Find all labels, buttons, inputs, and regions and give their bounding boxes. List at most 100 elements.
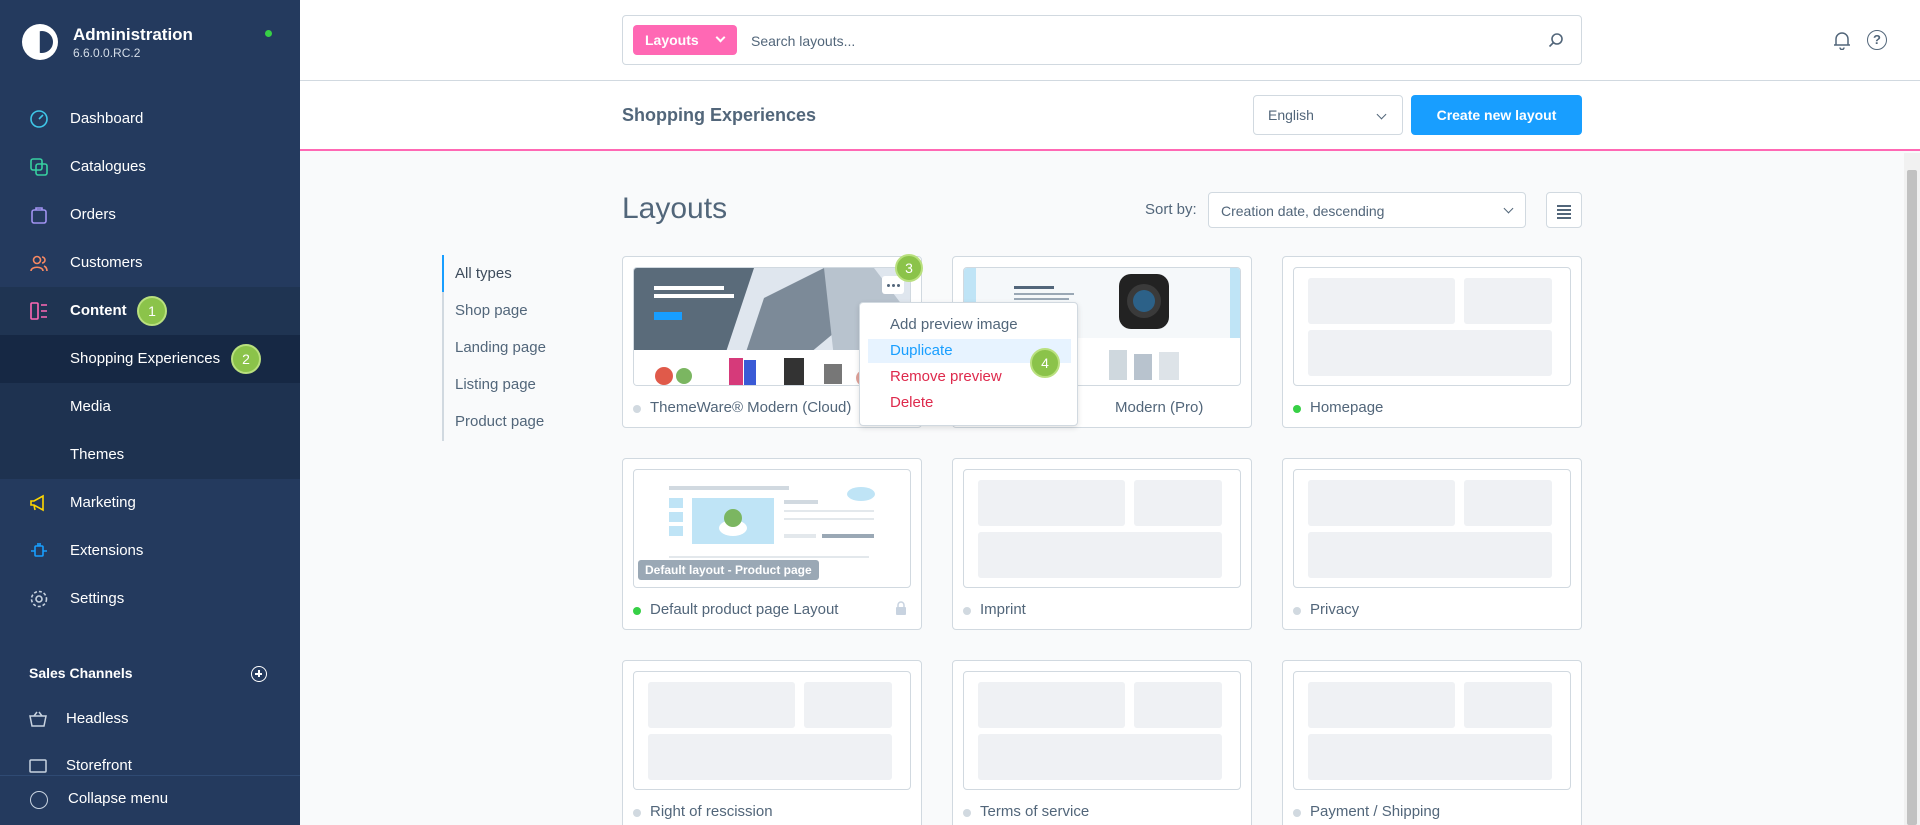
sales-channel-item[interactable]: Storefront	[0, 746, 300, 775]
status-indicator	[265, 30, 272, 37]
bell-icon[interactable]	[1832, 30, 1852, 50]
shopping-bag-icon	[31, 207, 47, 224]
layout-name: ThemeWare® Modern (Cloud)	[650, 399, 852, 416]
nav-label: Themes	[70, 446, 125, 463]
nav-themes[interactable]: Themes	[0, 431, 300, 479]
step-badge: 2	[231, 344, 261, 374]
step-badge: 3	[895, 254, 923, 282]
layout-name: Terms of service	[980, 803, 1090, 820]
layout-card[interactable]: Right of rescission	[622, 660, 922, 825]
menu-delete[interactable]: Delete	[868, 391, 1071, 415]
placeholder-block	[978, 532, 1222, 578]
layout-type-filter: All types Shop page Landing page Listing…	[442, 255, 592, 441]
status-dot	[1293, 405, 1301, 413]
dot	[892, 284, 895, 287]
layout-card[interactable]: Homepage	[1282, 256, 1582, 428]
layout-preview	[1293, 267, 1571, 386]
layout-name: Right of rescission	[650, 803, 773, 820]
nav-label: Orders	[70, 206, 116, 223]
placeholder-block	[978, 734, 1222, 780]
placeholder-block	[1134, 480, 1222, 526]
lock-icon	[896, 601, 906, 615]
nav-label: Media	[70, 398, 111, 415]
nav-settings[interactable]: Settings	[0, 575, 300, 623]
status-dot	[1293, 607, 1301, 615]
placeholder-block	[1464, 682, 1552, 728]
search-icon[interactable]	[1548, 32, 1564, 48]
menu-add-preview-image[interactable]: Add preview image	[868, 313, 1071, 337]
layout-card[interactable]: Payment / Shipping	[1282, 660, 1582, 825]
nav-media[interactable]: Media	[0, 383, 300, 431]
sales-channel-label: Headless	[66, 710, 129, 727]
layout-name: Payment / Shipping	[1310, 803, 1441, 820]
plug-icon	[31, 543, 47, 557]
status-dot	[633, 405, 641, 413]
catalogue-icon	[30, 158, 48, 176]
status-dot	[963, 809, 971, 817]
status-dot	[633, 607, 641, 615]
type-filter-item[interactable]: Product page	[455, 413, 544, 430]
shopware-logo-icon[interactable]	[22, 24, 58, 60]
list-view-toggle[interactable]	[1546, 192, 1582, 228]
type-filter-item[interactable]: All types	[455, 265, 512, 282]
sort-select[interactable]: Creation date, descending	[1208, 192, 1526, 228]
users-icon	[30, 255, 48, 272]
placeholder-block	[1308, 682, 1455, 728]
placeholder-block	[1308, 278, 1455, 324]
placeholder-block	[978, 480, 1125, 526]
layout-preview	[633, 671, 911, 790]
language-select[interactable]: English	[1253, 95, 1403, 135]
nav-dashboard[interactable]: Dashboard	[0, 95, 300, 143]
basket-icon	[29, 711, 47, 727]
nav-label: Catalogues	[70, 158, 146, 175]
scrollbar-thumb[interactable]	[1907, 170, 1917, 825]
global-search: Layouts	[622, 15, 1582, 65]
layout-card[interactable]: Terms of service	[952, 660, 1252, 825]
nav-extensions[interactable]: Extensions	[0, 527, 300, 575]
storefront-icon	[29, 759, 47, 773]
sort-value: Creation date, descending	[1221, 203, 1385, 219]
nav-marketing[interactable]: Marketing	[0, 479, 300, 527]
add-sales-channel-icon[interactable]	[251, 666, 267, 682]
layouts-heading: Layouts	[622, 192, 728, 225]
collapse-menu-button[interactable]: Collapse menu	[0, 775, 300, 825]
placeholder-block	[1308, 480, 1455, 526]
app-title: Administration	[73, 25, 193, 44]
active-indicator	[442, 255, 444, 292]
type-filter-item[interactable]: Landing page	[455, 339, 546, 356]
layout-card[interactable]: Imprint	[952, 458, 1252, 630]
nav-catalogues[interactable]: Catalogues	[0, 143, 300, 191]
layout-preview	[963, 469, 1241, 588]
search-type-label: Layouts	[645, 32, 699, 48]
sidebar-header: Administration 6.6.0.0.RC.2	[0, 0, 300, 86]
step-badge: 4	[1030, 348, 1060, 378]
megaphone-icon	[30, 494, 44, 512]
sales-channel-label: Storefront	[66, 757, 132, 774]
type-filter-item[interactable]: Shop page	[455, 302, 528, 319]
collapse-menu-label: Collapse menu	[68, 790, 169, 807]
placeholder-block	[1308, 734, 1552, 780]
nav-customers[interactable]: Customers	[0, 239, 300, 287]
nav-label: Settings	[70, 590, 125, 607]
search-input[interactable]	[751, 28, 1511, 54]
nav-label: Shopping Experiences	[70, 350, 221, 367]
create-layout-button[interactable]: Create new layout	[1411, 95, 1582, 135]
placeholder-block	[648, 682, 795, 728]
layout-card[interactable]: Privacy	[1282, 458, 1582, 630]
layout-name: Imprint	[980, 601, 1026, 618]
placeholder-block	[1308, 330, 1552, 376]
sales-channel-item[interactable]: Headless	[0, 699, 300, 739]
nav-label: Marketing	[70, 494, 136, 511]
search-type-dropdown[interactable]: Layouts	[633, 25, 737, 55]
list-icon-line	[1557, 217, 1571, 219]
layout-card[interactable]: Default layout - Product page Default pr…	[622, 458, 922, 630]
content-icon	[30, 302, 47, 320]
nav-orders[interactable]: Orders	[0, 191, 300, 239]
step-badge: 1	[137, 296, 167, 326]
chevron-down-icon	[1376, 109, 1387, 120]
placeholder-block	[648, 734, 892, 780]
type-filter-item[interactable]: Listing page	[455, 376, 536, 393]
help-icon[interactable]: ?	[1867, 30, 1887, 50]
gauge-icon	[30, 110, 48, 128]
placeholder-block	[1464, 278, 1552, 324]
